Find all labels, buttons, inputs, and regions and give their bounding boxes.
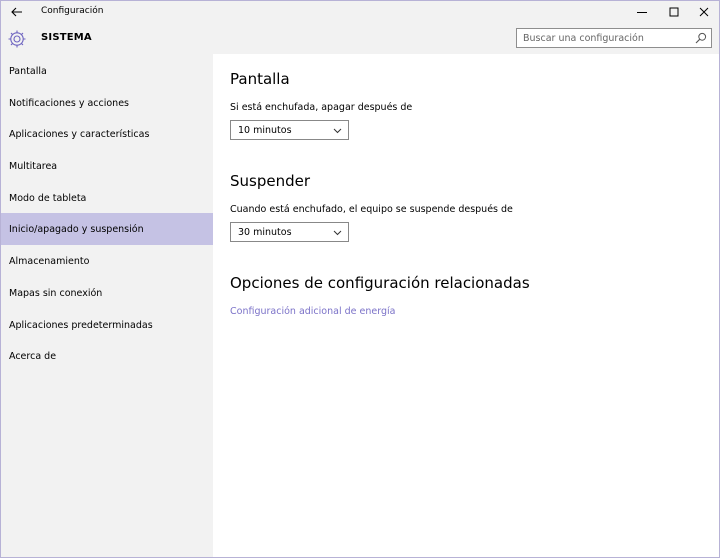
dropdown-value: 10 minutos: [238, 125, 292, 136]
sidebar-item-aplicaciones[interactable]: Aplicaciones y características: [1, 118, 213, 150]
chevron-down-icon: [333, 128, 342, 134]
sidebar-item-label: Modo de tableta: [9, 192, 87, 204]
sidebar-item-notificaciones[interactable]: Notificaciones y acciones: [1, 87, 213, 119]
sleep-label: Cuando está enchufado, el equipo se susp…: [230, 204, 513, 215]
settings-window: Configuración SISTEMA Panta: [0, 0, 720, 558]
close-icon: [699, 7, 709, 17]
dropdown-value: 30 minutos: [238, 227, 292, 238]
sidebar: Pantalla Notificaciones y acciones Aplic…: [1, 54, 213, 557]
sidebar-item-acerca-de[interactable]: Acerca de: [1, 340, 213, 372]
sidebar-item-label: Acerca de: [9, 350, 57, 362]
additional-power-settings-link[interactable]: Configuración adicional de energía: [230, 306, 395, 317]
search-icon[interactable]: [695, 32, 707, 44]
sidebar-item-label: Aplicaciones predeterminadas: [9, 319, 153, 331]
sidebar-item-modo-tableta[interactable]: Modo de tableta: [1, 182, 213, 214]
sleep-dropdown[interactable]: 30 minutos: [230, 222, 349, 242]
title-bar: Configuración: [1, 1, 719, 23]
section-title: SISTEMA: [41, 32, 92, 43]
sidebar-item-label: Multitarea: [9, 160, 58, 172]
search-box[interactable]: [516, 28, 712, 48]
back-button[interactable]: [5, 1, 29, 23]
sidebar-item-label: Notificaciones y acciones: [9, 97, 129, 109]
screen-off-dropdown[interactable]: 10 minutos: [230, 120, 349, 140]
minimize-button[interactable]: [627, 1, 657, 23]
sidebar-item-multitarea[interactable]: Multitarea: [1, 150, 213, 182]
page-header: SISTEMA: [1, 23, 719, 54]
gear-icon: [8, 30, 26, 48]
sidebar-item-pantalla[interactable]: Pantalla: [1, 55, 213, 87]
maximize-icon: [669, 7, 679, 17]
sidebar-item-almacenamiento[interactable]: Almacenamiento: [1, 245, 213, 277]
maximize-button[interactable]: [659, 1, 689, 23]
suspender-heading: Suspender: [230, 172, 311, 190]
close-button[interactable]: [689, 1, 719, 23]
related-settings-heading: Opciones de configuración relacionadas: [230, 274, 530, 292]
sidebar-item-mapas[interactable]: Mapas sin conexión: [1, 277, 213, 309]
sidebar-item-apps-predeterminadas[interactable]: Aplicaciones predeterminadas: [1, 309, 213, 341]
sidebar-item-label: Almacenamiento: [9, 255, 90, 267]
app-title: Configuración: [41, 6, 104, 16]
chevron-down-icon: [333, 230, 342, 236]
sidebar-item-label: Mapas sin conexión: [9, 287, 103, 299]
screen-off-label: Si está enchufada, apagar después de: [230, 102, 413, 113]
pantalla-heading: Pantalla: [230, 70, 290, 88]
sidebar-item-label: Inicio/apagado y suspensión: [9, 223, 144, 235]
search-input[interactable]: [523, 31, 688, 45]
main-content: Pantalla Si está enchufada, apagar despu…: [214, 54, 719, 557]
minimize-icon: [637, 12, 647, 13]
sidebar-item-label: Aplicaciones y características: [9, 128, 150, 140]
sidebar-item-inicio-apagado[interactable]: Inicio/apagado y suspensión: [1, 213, 213, 245]
sidebar-item-label: Pantalla: [9, 65, 47, 77]
back-arrow-icon: [11, 7, 22, 17]
